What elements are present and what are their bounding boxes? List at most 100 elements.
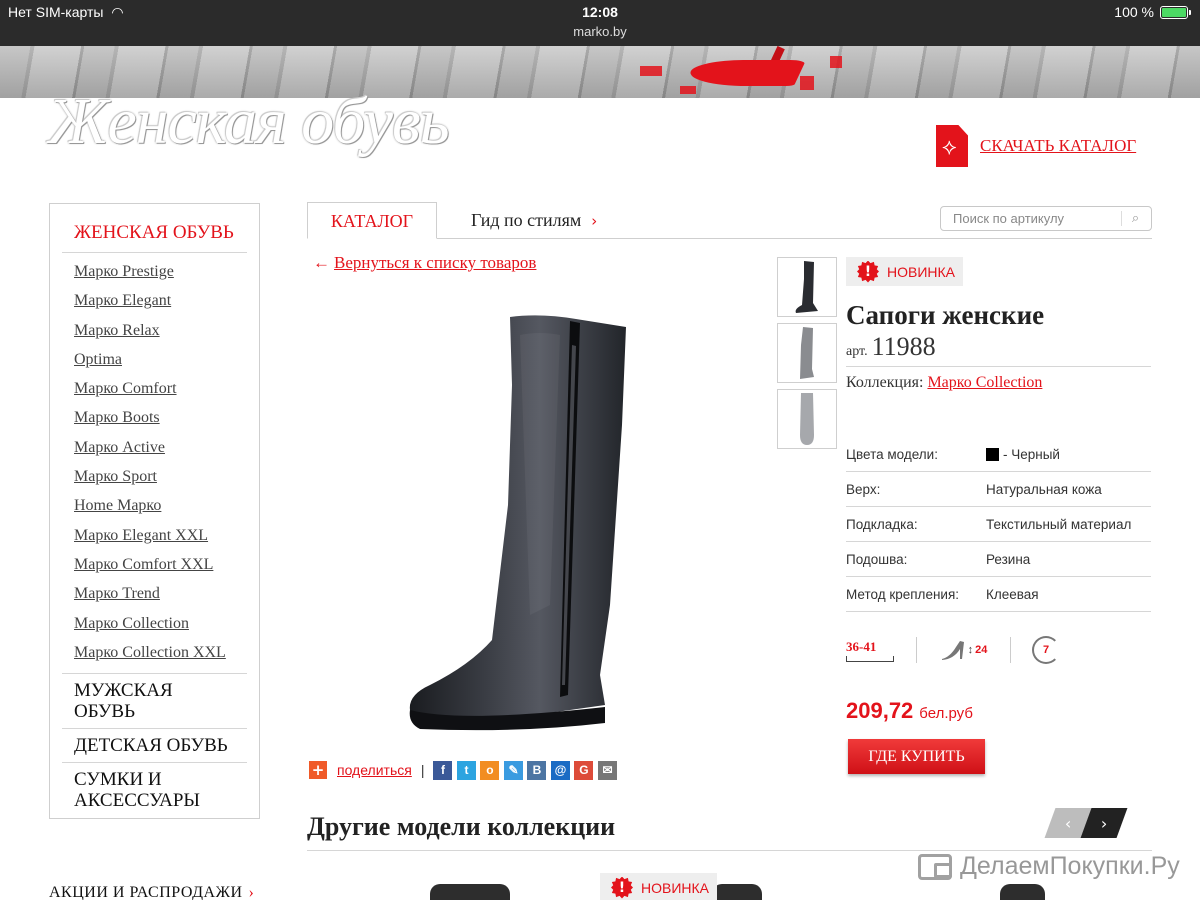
spec-key: Подкладка:	[846, 516, 918, 532]
article-number: 11988	[871, 332, 936, 361]
mailru-icon[interactable]: @	[550, 760, 570, 780]
sidebar-item-link[interactable]: Марко Elegant	[74, 292, 171, 309]
rotate-view-icon[interactable]: 7	[1011, 636, 1081, 664]
new-badge: ! НОВИНКА	[846, 257, 963, 286]
rotate-view-value: 7	[1032, 636, 1060, 664]
sidebar-item: Марко Sport	[74, 468, 235, 497]
carousel-item-image[interactable]	[1000, 884, 1045, 900]
share-link[interactable]: поделиться	[337, 762, 412, 778]
sidebar-item-link[interactable]: Марко Active	[74, 439, 165, 456]
sidebar-item-link[interactable]: Optima	[74, 351, 122, 368]
sidebar-item-link[interactable]: Home Марко	[74, 497, 161, 514]
thumbnail[interactable]	[777, 257, 837, 317]
product-feature-icons: 36-41 ↕ 24 7	[846, 632, 1151, 668]
twitter-icon[interactable]: t	[456, 760, 476, 780]
sidebar-item-link[interactable]: Марко Comfort	[74, 380, 177, 397]
spec-key: Верх:	[846, 481, 881, 497]
spec-value: Текстильный материал	[986, 516, 1132, 532]
carousel-item-image[interactable]	[712, 884, 762, 900]
collection-link[interactable]: Марко Collection	[927, 374, 1042, 391]
search-icon[interactable]: ⌕	[1121, 211, 1149, 226]
product-collection: Коллекция: Марко Collection	[846, 374, 1042, 392]
facebook-icon[interactable]: f	[433, 760, 453, 780]
pdf-icon[interactable]	[936, 125, 968, 167]
catalog-download[interactable]: СКАЧАТЬ КАТАЛОГ	[936, 125, 1136, 167]
product-thumbnails	[777, 257, 837, 455]
price-currency: бел.руб	[919, 705, 973, 722]
address-bar-url[interactable]: marko.by	[0, 24, 1200, 39]
vk-icon[interactable]: B	[527, 760, 547, 780]
promo-link[interactable]: АКЦИИ И РАСПРОДАЖИ ›	[49, 884, 254, 900]
sidebar-item: Марко Trend	[74, 585, 235, 614]
watermark: ДелаемПокупки.Ру	[918, 852, 1180, 881]
sidebar-item-link[interactable]: Марко Collection	[74, 615, 189, 632]
sidebar-item: Марко Elegant	[74, 292, 235, 321]
size-range-icon: 36-41	[846, 639, 916, 662]
sidebar-item-link[interactable]: Марко Trend	[74, 585, 160, 602]
social-icons: f t o ✎ B @ G ✉	[433, 760, 621, 780]
sidebar-item-link[interactable]: Марко Prestige	[74, 263, 174, 280]
article-search-input[interactable]	[941, 207, 1121, 230]
chevron-right-icon: ›	[248, 884, 255, 900]
sidebar-item: Марко Relax	[74, 322, 235, 351]
battery-icon	[1160, 5, 1191, 19]
chevron-right-icon: ›	[1100, 813, 1108, 833]
sidebar-item: Марко Active	[74, 439, 235, 468]
product-price: 209,72 бел.руб	[846, 698, 973, 724]
where-to-buy-button[interactable]: ГДЕ КУПИТЬ	[848, 739, 985, 774]
thumbnail[interactable]	[777, 389, 837, 449]
promo-link-label[interactable]: АКЦИИ И РАСПРОДАЖИ	[49, 884, 243, 900]
email-icon[interactable]: ✉	[597, 760, 617, 780]
spec-value: - Черный	[986, 447, 1060, 462]
exclamation-star-icon: !	[611, 876, 633, 899]
sidebar-section-kids[interactable]: ДЕТСКАЯ ОБУВЬ	[62, 728, 247, 762]
product-article: арт. 11988	[846, 332, 936, 362]
catalog-download-link[interactable]: СКАЧАТЬ КАТАЛОГ	[980, 136, 1136, 156]
product-main-image[interactable]	[400, 305, 640, 735]
sidebar-section-bags[interactable]: СУМКИ И АКСЕССУАРЫ	[62, 762, 247, 817]
odnoklassniki-icon[interactable]: o	[480, 760, 500, 780]
sidebar-section-men[interactable]: МУЖСКАЯ ОБУВЬ	[62, 673, 247, 728]
carousel-nav: ‹ ›	[1044, 808, 1128, 838]
googleplus-icon[interactable]: G	[574, 760, 594, 780]
watermark-text: ДелаемПокупки.Ру	[960, 852, 1180, 880]
spec-row-upper: Верх: Натуральная кожа	[846, 472, 1151, 507]
tab-style-guide[interactable]: Гид по стилям ›	[471, 202, 597, 239]
spec-value: Резина	[986, 551, 1031, 567]
sidebar-item-link[interactable]: Марко Sport	[74, 468, 157, 485]
tab-style-guide-label[interactable]: Гид по стилям	[471, 210, 581, 230]
page-title: Женская обувь	[48, 85, 450, 158]
sidebar-item-link[interactable]: Марко Elegant XXL	[74, 527, 208, 544]
wallet-icon	[918, 853, 952, 880]
livejournal-icon[interactable]: ✎	[503, 760, 523, 780]
share-plus-icon[interactable]: +	[309, 761, 327, 779]
divider	[307, 850, 1152, 851]
spec-key: Цвета модели:	[846, 446, 938, 462]
thumbnail[interactable]	[777, 323, 837, 383]
chevron-right-icon: ›	[591, 212, 598, 230]
sidebar-section-women[interactable]: ЖЕНСКАЯ ОБУВЬ	[62, 218, 247, 253]
sidebar-item-link[interactable]: Марко Boots	[74, 409, 160, 426]
exclamation-star-icon: !	[857, 260, 879, 283]
sidebar-item-link[interactable]: Марко Collection XXL	[74, 644, 226, 661]
new-badge-label: НОВИНКА	[887, 263, 956, 280]
spec-key: Метод крепления:	[846, 586, 960, 602]
spec-row-sole: Подошва: Резина	[846, 542, 1151, 577]
new-badge-label: НОВИНКА	[641, 879, 710, 896]
spec-value: Клеевая	[986, 586, 1039, 602]
back-to-list-label[interactable]: Вернуться к списку товаров	[334, 253, 536, 272]
article-label: арт.	[846, 344, 868, 359]
spec-row-fastening: Метод крепления: Клеевая	[846, 577, 1151, 612]
product-title: Сапоги женские	[846, 300, 1045, 330]
sidebar-item: Home Марко	[74, 497, 235, 526]
carousel-item-image[interactable]	[430, 884, 510, 900]
tab-catalog[interactable]: КАТАЛОГ	[307, 202, 437, 239]
price-amount: 209,72	[846, 698, 914, 723]
sidebar-item-link[interactable]: Марко Comfort XXL	[74, 556, 213, 573]
divider	[846, 366, 1151, 367]
back-to-list-link[interactable]: ← Вернуться к списку товаров	[313, 253, 536, 273]
size-range-value: 36-41	[846, 638, 877, 654]
sidebar-item-link[interactable]: Марко Relax	[74, 322, 160, 339]
arrow-left-icon: ←	[313, 253, 330, 272]
collection-label: Коллекция:	[846, 374, 924, 391]
